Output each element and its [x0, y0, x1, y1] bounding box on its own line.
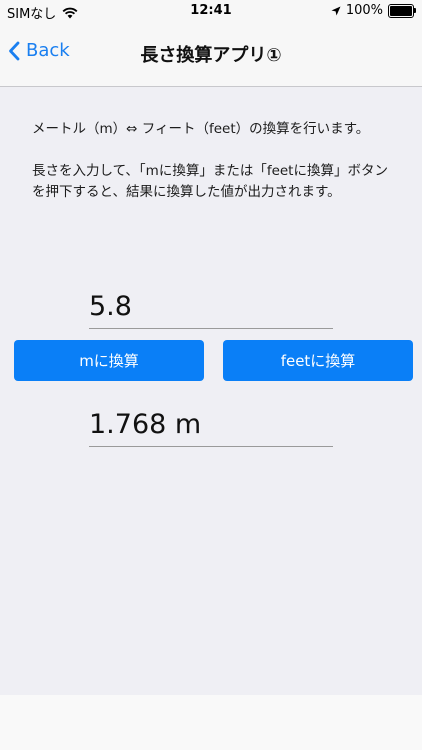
navigation-bar: Back 長さ換算アプリ①	[0, 22, 422, 87]
location-arrow-icon	[331, 6, 341, 15]
status-bar: SIMなし 12:41 100%	[0, 0, 422, 22]
length-input[interactable]	[89, 286, 333, 329]
page-title: 長さ換算アプリ①	[140, 45, 282, 66]
main-content: メートル（m）⇔ フィート（feet）の換算を行います。 長さを入力して、「mに…	[0, 87, 422, 695]
battery-icon	[388, 3, 416, 18]
status-right: 100%	[331, 3, 416, 18]
result-field[interactable]	[89, 404, 333, 447]
battery-percent: 100%	[345, 3, 383, 18]
bottom-area	[0, 695, 422, 750]
description: メートル（m）⇔ フィート（feet）の換算を行います。 長さを入力して、「mに…	[32, 119, 392, 224]
description-line-1: メートル（m）⇔ フィート（feet）の換算を行います。	[32, 121, 370, 137]
description-line-2: 長さを入力して、「mに換算」または「feetに換算」ボタンを押下すると、結果に換…	[32, 163, 388, 200]
convert-to-feet-button[interactable]: feetに換算	[223, 340, 413, 381]
convert-to-m-button[interactable]: mに換算	[14, 340, 204, 381]
